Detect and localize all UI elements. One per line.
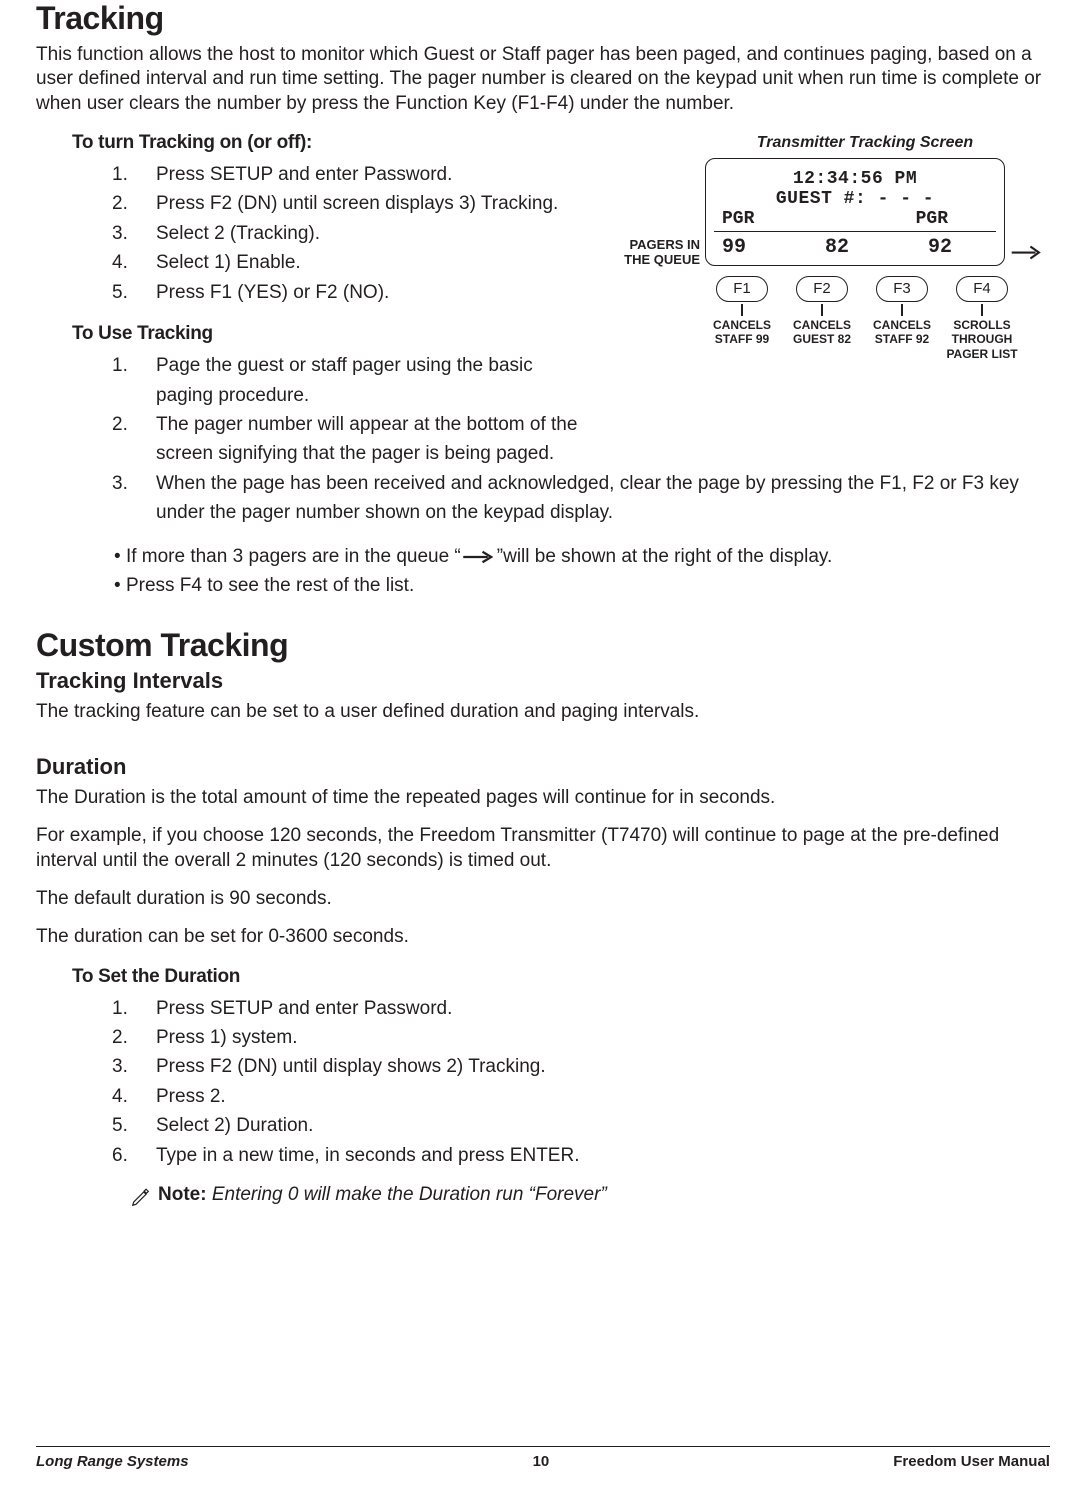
queue-1: 82 bbox=[825, 236, 849, 259]
heading-tracking: Tracking bbox=[36, 0, 1050, 37]
tracking-diagram: Transmitter Tracking Screen PAGERS IN TH… bbox=[630, 134, 1050, 404]
set-duration-step: Press 2. bbox=[156, 1086, 226, 1107]
heading-custom-tracking: Custom Tracking bbox=[36, 627, 1050, 664]
page-footer: Long Range Systems 10 Freedom User Manua… bbox=[36, 1446, 1050, 1470]
heading-duration: Duration bbox=[36, 754, 1050, 780]
inline-arrow-icon bbox=[461, 550, 497, 564]
f2-button: F2 bbox=[796, 276, 848, 302]
footer-right: Freedom User Manual bbox=[893, 1453, 1050, 1470]
intro-paragraph: This function allows the host to monitor… bbox=[36, 43, 1050, 116]
f3-button: F3 bbox=[876, 276, 928, 302]
pgr-left: PGR bbox=[722, 209, 754, 229]
pencil-icon bbox=[130, 1186, 152, 1208]
set-duration-steps: 1.Press SETUP and enter Password. 2.Pres… bbox=[134, 994, 1050, 1171]
pagers-in-queue-label: PAGERS IN THE QUEUE bbox=[600, 238, 700, 268]
f1-button: F1 bbox=[716, 276, 768, 302]
f4-button: F4 bbox=[956, 276, 1008, 302]
turn-on-step: Select 2 (Tracking). bbox=[156, 223, 320, 244]
note-label: Note: bbox=[158, 1184, 207, 1205]
f2-desc: CANCELS GUEST 82 bbox=[782, 318, 862, 347]
turn-on-step: Press F2 (DN) until screen displays 3) T… bbox=[156, 193, 558, 214]
use-step: When the page has been received and ackn… bbox=[156, 473, 1019, 523]
duration-para: The default duration is 90 seconds. bbox=[36, 887, 1050, 911]
note-text: Entering 0 will make the Duration run “F… bbox=[212, 1184, 607, 1205]
f3-desc: CANCELS STAFF 92 bbox=[862, 318, 942, 347]
turn-on-step: Select 1) Enable. bbox=[156, 252, 301, 273]
footer-left: Long Range Systems bbox=[36, 1453, 189, 1470]
set-duration-step: Press SETUP and enter Password. bbox=[156, 998, 452, 1019]
f1-desc: CANCELS STAFF 99 bbox=[702, 318, 782, 347]
note-row: Note: Entering 0 will make the Duration … bbox=[130, 1184, 1050, 1208]
scroll-arrow-icon bbox=[1010, 244, 1044, 261]
set-duration-step: Type in a new time, in seconds and press… bbox=[156, 1145, 579, 1166]
queue-0: 99 bbox=[722, 236, 746, 259]
queue-bullet-1: • If more than 3 pagers are in the queue… bbox=[114, 542, 1050, 571]
heading-intervals: Tracking Intervals bbox=[36, 668, 1050, 694]
f4-desc: SCROLLS THROUGH PAGER LIST bbox=[942, 318, 1022, 361]
footer-page-number: 10 bbox=[533, 1453, 550, 1470]
intervals-para: The tracking feature can be set to a use… bbox=[36, 700, 1050, 724]
use-step: Page the guest or staff pager using the … bbox=[156, 355, 533, 405]
duration-para: The duration can be set for 0-3600 secon… bbox=[36, 925, 1050, 949]
queue-2: 92 bbox=[928, 236, 952, 259]
set-duration-step: Press F2 (DN) until display shows 2) Tra… bbox=[156, 1056, 546, 1077]
set-duration-step: Select 2) Duration. bbox=[156, 1115, 313, 1136]
queue-bullet-2: • Press F4 to see the rest of the list. bbox=[114, 571, 1050, 600]
turn-on-step: Press SETUP and enter Password. bbox=[156, 164, 452, 185]
duration-para: The Duration is the total amount of time… bbox=[36, 786, 1050, 810]
pgr-right: PGR bbox=[916, 209, 948, 229]
diagram-caption: Transmitter Tracking Screen bbox=[680, 134, 1050, 152]
fkeys-row: F1 CANCELS STAFF 99 F2 CANCELS GUEST 82 … bbox=[702, 276, 1022, 361]
turn-on-step: Press F1 (YES) or F2 (NO). bbox=[156, 282, 389, 303]
screen-guest: GUEST #: - - - bbox=[714, 189, 996, 209]
duration-para: For example, if you choose 120 seconds, … bbox=[36, 824, 1050, 873]
use-step: The pager number will appear at the bott… bbox=[156, 414, 577, 464]
set-duration-heading: To Set the Duration bbox=[72, 966, 1050, 988]
transmitter-screen: 12:34:56 PM GUEST #: - - - PGR PGR 99 82… bbox=[705, 158, 1005, 266]
set-duration-step: Press 1) system. bbox=[156, 1027, 297, 1048]
screen-time: 12:34:56 PM bbox=[714, 169, 996, 189]
